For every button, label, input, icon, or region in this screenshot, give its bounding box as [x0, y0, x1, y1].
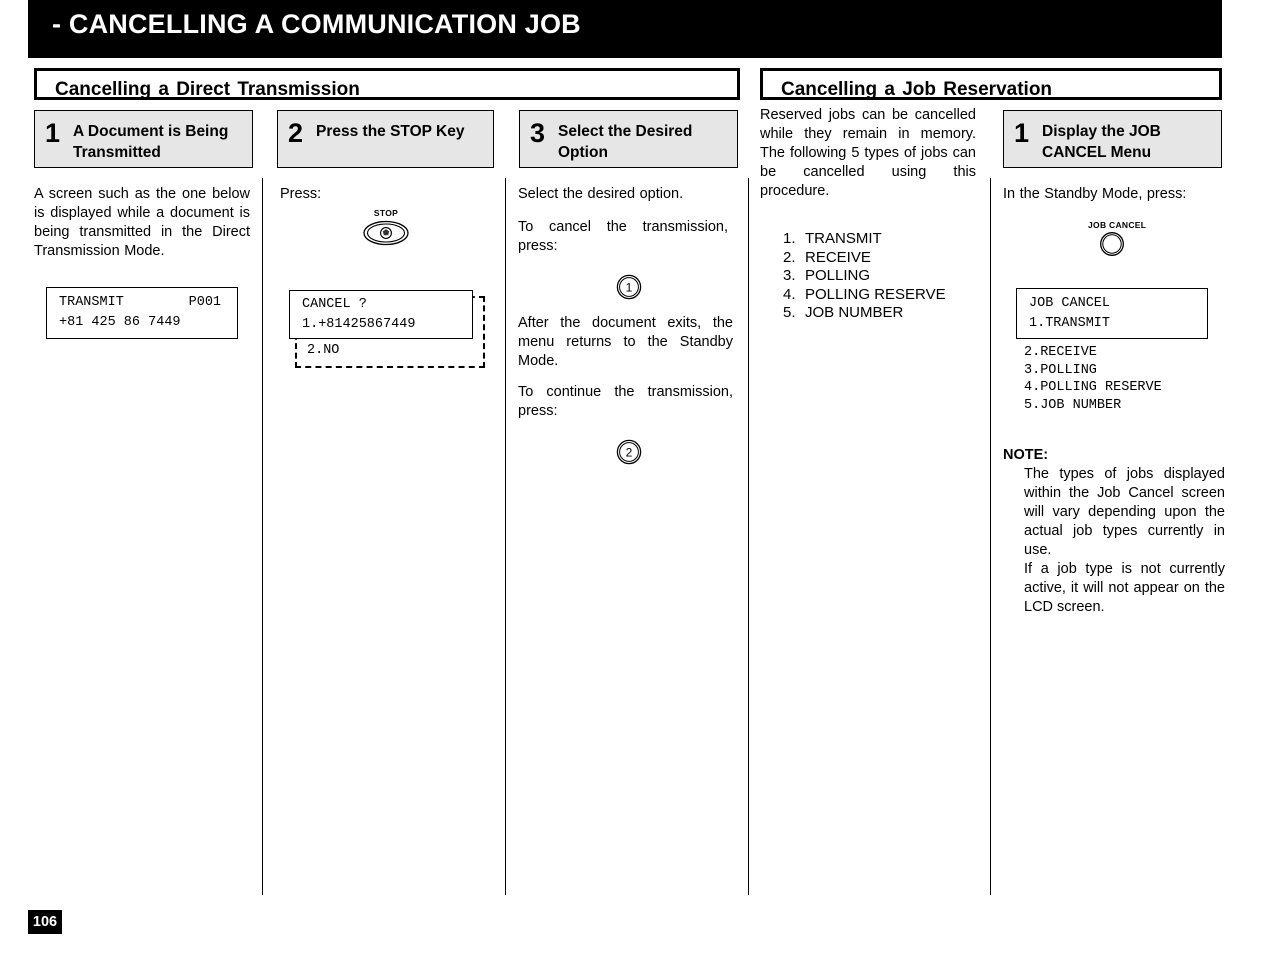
lcd-line: 3.POLLING — [1024, 362, 1097, 378]
lcd-screen-cancel: CANCEL ? 1.+81425867449 — [289, 290, 473, 339]
lcd-screen-transmit: TRANSMIT P001 +81 425 86 7449 — [46, 287, 238, 339]
stop-key-label: STOP — [373, 208, 399, 218]
manual-page: - CANCELLING A COMMUNICATION JOB Cancell… — [0, 0, 1269, 954]
step-3-body-text-2: To cancel the transmission, press: — [518, 219, 728, 254]
lcd-line: 2.RECEIVE — [1024, 345, 1097, 360]
stop-key-graphic: STOP — [362, 208, 410, 246]
keypad-digit-2-icon: 2 — [616, 439, 642, 465]
keypad-digit-label: 1 — [626, 281, 633, 295]
note-label: NOTE: — [1003, 447, 1049, 463]
step-title: Select the Desired Option — [558, 123, 693, 161]
page-title: - CANCELLING A COMMUNICATION JOB — [52, 9, 581, 39]
step-number: 2 — [288, 118, 304, 148]
list-item-label: POLLING — [805, 267, 871, 284]
section-heading-direct-transmission: Cancelling a Direct Transmission — [34, 68, 740, 100]
note-paragraph: If a job type is not currently active, i… — [1024, 561, 1225, 615]
step-1-body-text: A screen such as the one below is displa… — [34, 186, 250, 259]
lcd-screen-job-cancel: JOB CANCEL 1.TRANSMIT — [1016, 288, 1208, 339]
job-cancel-key-label: JOB CANCEL — [1088, 220, 1147, 230]
section-heading-label: Cancelling a Job Reservation — [781, 79, 1053, 100]
step-header-3: 3 Select the Desired Option — [519, 110, 738, 168]
list-item-number: 5. — [783, 304, 796, 321]
list-item-label: RECEIVE — [805, 248, 871, 266]
list-item-number: 4. — [783, 285, 796, 303]
lcd-line: TRANSMIT P001 — [59, 295, 222, 310]
step-header-2: 2 Press the STOP Key — [277, 110, 494, 168]
step-title: A Document is Being Transmitted — [73, 123, 229, 161]
step-number: 3 — [530, 118, 546, 148]
note-paragraph: The types of jobs displayed within the J… — [1024, 466, 1225, 558]
note-body: The types of jobs displayed within the J… — [1024, 465, 1225, 617]
step-3-body-text-3: After the document exits, the menu retur… — [518, 315, 733, 369]
section-heading-label: Cancelling a Direct Transmission — [55, 79, 360, 100]
page-number-badge: 106 — [28, 910, 62, 934]
note-block: NOTE: The types of jobs displayed within… — [1003, 446, 1225, 617]
step-title: Press the STOP Key — [316, 123, 465, 140]
job-cancel-step-body: In the Standby Mode, press: — [1003, 186, 1187, 202]
keypad-key-2[interactable]: 2 — [616, 439, 642, 465]
column-divider — [748, 178, 749, 895]
lcd-line: 1.TRANSMIT — [1029, 316, 1111, 331]
step-3-body-text-1: Select the desired option. — [518, 186, 684, 202]
list-item: 1. TRANSMIT — [783, 230, 946, 249]
step-header-1: 1 A Document is Being Transmitted — [34, 110, 253, 168]
lcd-line: 4.POLLING RESERVE — [1024, 380, 1162, 396]
lcd-line: CANCEL ? — [302, 297, 367, 312]
column-divider — [990, 178, 991, 895]
page-title-bar: - CANCELLING A COMMUNICATION JOB — [28, 0, 1222, 58]
step-number: 1 — [45, 118, 61, 148]
list-item: 5. JOB NUMBER — [783, 304, 946, 323]
job-cancel-key-graphic: JOB CANCEL — [1088, 220, 1147, 258]
job-types-list: 1. TRANSMIT 2. RECEIVE 3. POLLING 4. POLLING… — [783, 230, 946, 323]
lcd-line: JOB CANCEL — [1029, 296, 1111, 311]
lcd-line: +81 425 86 7449 — [59, 315, 181, 330]
step-3-body-text-4: To continue the transmission, press: — [518, 384, 733, 419]
list-item-label: TRANSMIT — [805, 230, 882, 247]
list-item-number: 1. — [783, 230, 796, 247]
lcd-line: 2.NO — [307, 343, 340, 358]
list-item: 4. POLLING RESERVE — [783, 286, 946, 305]
list-item: 2. RECEIVE — [783, 249, 946, 268]
step-number: 1 — [1014, 118, 1030, 148]
list-item-number: 2. — [783, 248, 796, 266]
step-2-body-text: Press: — [280, 186, 322, 202]
section-heading-job-reservation: Cancelling a Job Reservation — [760, 68, 1222, 100]
lcd-line: 1.+81425867449 — [302, 317, 416, 332]
column-divider — [505, 178, 506, 895]
step-title: Display the JOB CANCEL Menu — [1042, 123, 1161, 161]
list-item: 3. POLLING — [783, 267, 946, 286]
step-header-job-cancel-1: 1 Display the JOB CANCEL Menu — [1003, 110, 1222, 168]
keypad-key-1[interactable]: 1 — [616, 274, 642, 300]
lcd-line: 5.JOB NUMBER — [1024, 397, 1122, 413]
list-item-label: POLLING RESERVE — [805, 285, 946, 303]
column-divider — [262, 178, 263, 895]
keypad-digit-1-icon: 1 — [616, 274, 642, 300]
job-reservation-intro: Reserved jobs can be cancelled while the… — [760, 107, 976, 199]
list-item-label: JOB NUMBER — [805, 304, 904, 321]
keypad-digit-label: 2 — [626, 446, 633, 460]
lcd-additional-lines: 2.RECEIVE 3.POLLING 4.POLLING RESERVE 5.… — [1024, 344, 1162, 414]
list-item-number: 3. — [783, 267, 796, 284]
